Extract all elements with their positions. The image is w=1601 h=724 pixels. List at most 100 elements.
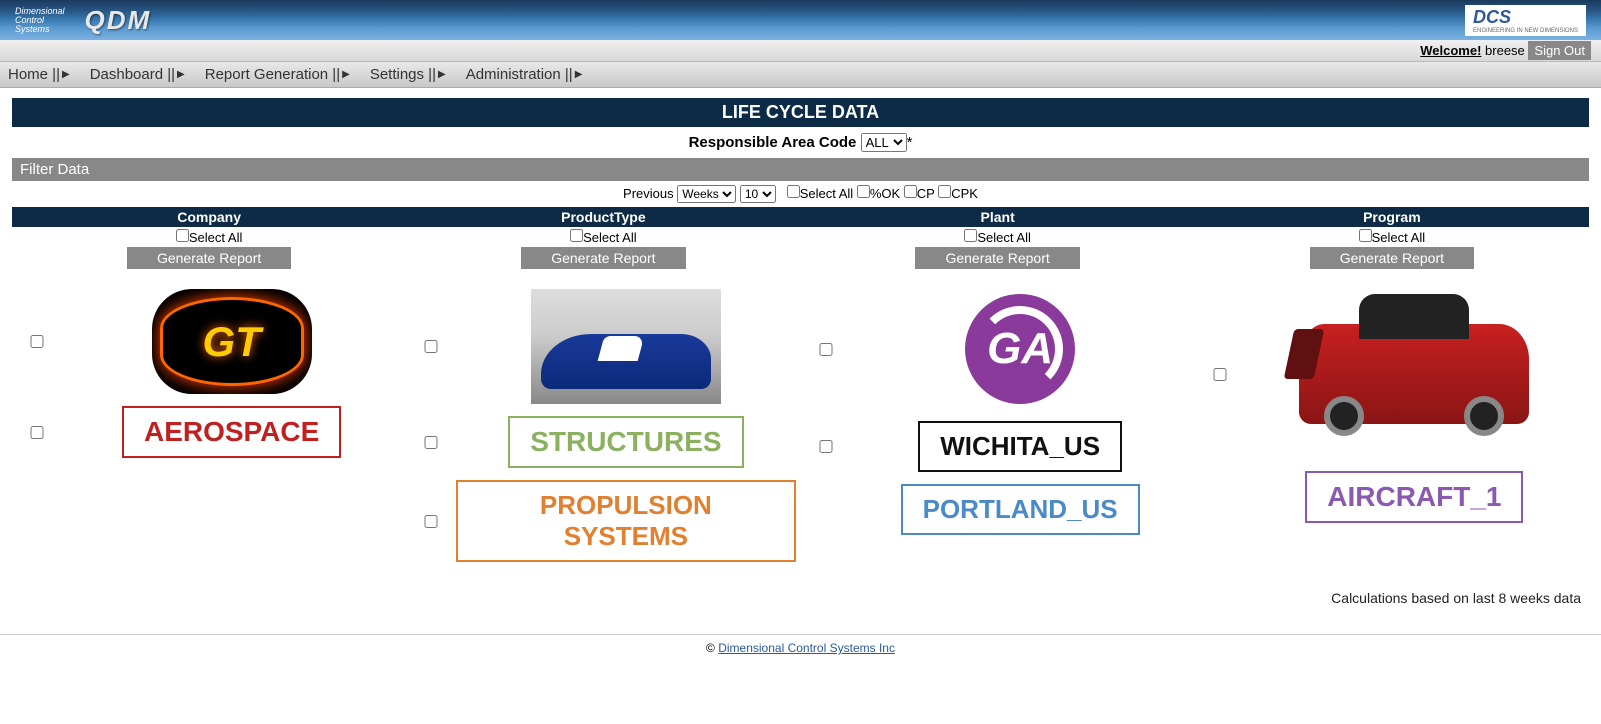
col-company-header: Company	[12, 207, 406, 227]
product-select-all-checkbox[interactable]	[570, 229, 583, 242]
select-all-checkbox[interactable]	[787, 185, 800, 198]
portland-label: PORTLAND_US	[901, 484, 1140, 535]
product-generate-report-button[interactable]: Generate Report	[521, 247, 685, 269]
cp-label: CP	[917, 186, 935, 201]
program-select-all-checkbox[interactable]	[1359, 229, 1372, 242]
item-wichita-checkbox[interactable]	[816, 440, 836, 453]
menu-settings-label: Settings ||	[370, 66, 436, 83]
aerospace-label: AEROSPACE	[122, 406, 341, 458]
chevron-right-icon: ▶	[62, 69, 70, 80]
program-items: AIRCRAFT_1	[1195, 279, 1589, 533]
product-sa-label: Select All	[583, 230, 636, 245]
item-structures-tile[interactable]: STRUCTURES	[456, 416, 795, 468]
previous-count-select[interactable]: 10	[740, 185, 776, 203]
item-gt-checkbox[interactable]	[27, 335, 47, 348]
rac-asterisk: *	[907, 134, 913, 151]
col-plant: Plant Select All Generate Report GA WICH…	[801, 207, 1195, 572]
program-sa-label: Select All	[1372, 230, 1425, 245]
item-propulsion-checkbox[interactable]	[421, 515, 441, 528]
item-aerospace-checkbox[interactable]	[27, 426, 47, 439]
item-gt-row: GT	[17, 289, 401, 394]
menu-home[interactable]: Home ||▶	[8, 66, 70, 83]
item-wichita-tile[interactable]: WICHITA_US	[851, 421, 1190, 472]
wichita-label: WICHITA_US	[918, 421, 1122, 472]
columns-container: Company Select All Generate Report GT AE…	[0, 207, 1601, 582]
product-items: STRUCTURES PROPULSION SYSTEMS	[406, 279, 800, 572]
item-ga-row: GA	[806, 289, 1190, 409]
menu-home-label: Home ||	[8, 66, 60, 83]
menu-administration[interactable]: Administration ||▶	[466, 66, 583, 83]
signout-button[interactable]: Sign Out	[1528, 41, 1591, 60]
dcs-text-logo: Dimensional Control Systems	[15, 7, 65, 34]
item-ga-tile[interactable]: GA	[851, 289, 1190, 409]
item-portland-tile[interactable]: PORTLAND_US	[851, 484, 1190, 535]
item-propulsion-tile[interactable]: PROPULSION SYSTEMS	[456, 480, 795, 562]
footer-copy: ©	[706, 641, 715, 655]
qdm-logo: QDM	[85, 5, 152, 36]
structures-label: STRUCTURES	[508, 416, 743, 468]
item-bluecar-checkbox[interactable]	[421, 340, 441, 353]
menu-dashboard[interactable]: Dashboard ||▶	[90, 66, 185, 83]
pok-label: %OK	[870, 186, 900, 201]
item-aircraft1-tile[interactable]: AIRCRAFT_1	[1245, 471, 1584, 523]
top-banner: Dimensional Control Systems QDM DCS ENGI…	[0, 0, 1601, 40]
col-company: Company Select All Generate Report GT AE…	[12, 207, 406, 572]
plant-items: GA WICHITA_US PORTLAND_US	[801, 279, 1195, 545]
chevron-right-icon: ▶	[342, 69, 350, 80]
menu-settings[interactable]: Settings ||▶	[370, 66, 446, 83]
col-plant-sa: Select All	[801, 227, 1195, 247]
dcs-brand-logo: DCS	[1473, 7, 1511, 27]
menu-report-generation[interactable]: Report Generation ||▶	[205, 66, 350, 83]
select-all-label: Select All	[800, 186, 853, 201]
plant-select-all-checkbox[interactable]	[964, 229, 977, 242]
item-ga-checkbox[interactable]	[816, 343, 836, 356]
item-structures-checkbox[interactable]	[421, 436, 441, 449]
gt-text: GT	[202, 318, 260, 366]
menu-admin-label: Administration ||	[466, 66, 573, 83]
banner-left: Dimensional Control Systems QDM	[15, 5, 151, 36]
chevron-right-icon: ▶	[177, 69, 185, 80]
cpk-checkbox[interactable]	[938, 185, 951, 198]
col-program-sa: Select All	[1195, 227, 1589, 247]
cp-checkbox[interactable]	[904, 185, 917, 198]
calculation-note: Calculations based on last 8 weeks data	[0, 582, 1601, 614]
dcs-tagline: ENGINEERING IN NEW DIMENSIONS	[1473, 28, 1578, 34]
col-plant-header: Plant	[801, 207, 1195, 227]
item-structures-row: STRUCTURES	[411, 416, 795, 468]
item-gt-tile[interactable]: GT	[62, 289, 401, 394]
plant-generate-report-button[interactable]: Generate Report	[915, 247, 1079, 269]
company-select-all-checkbox[interactable]	[176, 229, 189, 242]
dcs-line3: Systems	[15, 25, 65, 34]
filter-data-bar[interactable]: Filter Data	[12, 158, 1589, 181]
item-redcar-checkbox[interactable]	[1210, 368, 1230, 381]
rac-select[interactable]: ALL	[861, 133, 907, 152]
item-portland-row: PORTLAND_US	[806, 484, 1190, 535]
item-bluecar-tile[interactable]	[456, 289, 795, 404]
chevron-right-icon: ▶	[575, 69, 583, 80]
welcome-link[interactable]: Welcome!	[1420, 43, 1481, 58]
item-propulsion-row: PROPULSION SYSTEMS	[411, 480, 795, 562]
col-program: Program Select All Generate Report AIRCR…	[1195, 207, 1589, 572]
pok-checkbox[interactable]	[857, 185, 870, 198]
item-redcar-row	[1200, 289, 1584, 459]
company-generate-report-button[interactable]: Generate Report	[127, 247, 291, 269]
program-generate-report-button[interactable]: Generate Report	[1310, 247, 1474, 269]
red-car-image	[1279, 289, 1549, 459]
page-title: LIFE CYCLE DATA	[12, 98, 1589, 127]
previous-unit-select[interactable]: Weeks	[677, 185, 736, 203]
company-items: GT AEROSPACE	[12, 279, 406, 468]
col-product-sa: Select All	[406, 227, 800, 247]
item-aerospace-tile[interactable]: AEROSPACE	[62, 406, 401, 458]
previous-row: Previous Weeks 10 Select All %OK CP CPK	[0, 181, 1601, 207]
ga-text: GA	[987, 324, 1053, 374]
aircraft1-label: AIRCRAFT_1	[1305, 471, 1523, 523]
blue-sports-car-image	[531, 289, 721, 404]
ga-globe-logo: GA	[950, 289, 1090, 409]
footer: © Dimensional Control Systems Inc	[0, 634, 1601, 661]
responsible-area-code-row: Responsible Area Code ALL*	[0, 127, 1601, 158]
footer-link[interactable]: Dimensional Control Systems Inc	[718, 641, 895, 655]
main-menu: Home ||▶ Dashboard ||▶ Report Generation…	[0, 62, 1601, 88]
menu-report-label: Report Generation ||	[205, 66, 340, 83]
company-sa-label: Select All	[189, 230, 242, 245]
item-redcar-tile[interactable]	[1245, 289, 1584, 459]
